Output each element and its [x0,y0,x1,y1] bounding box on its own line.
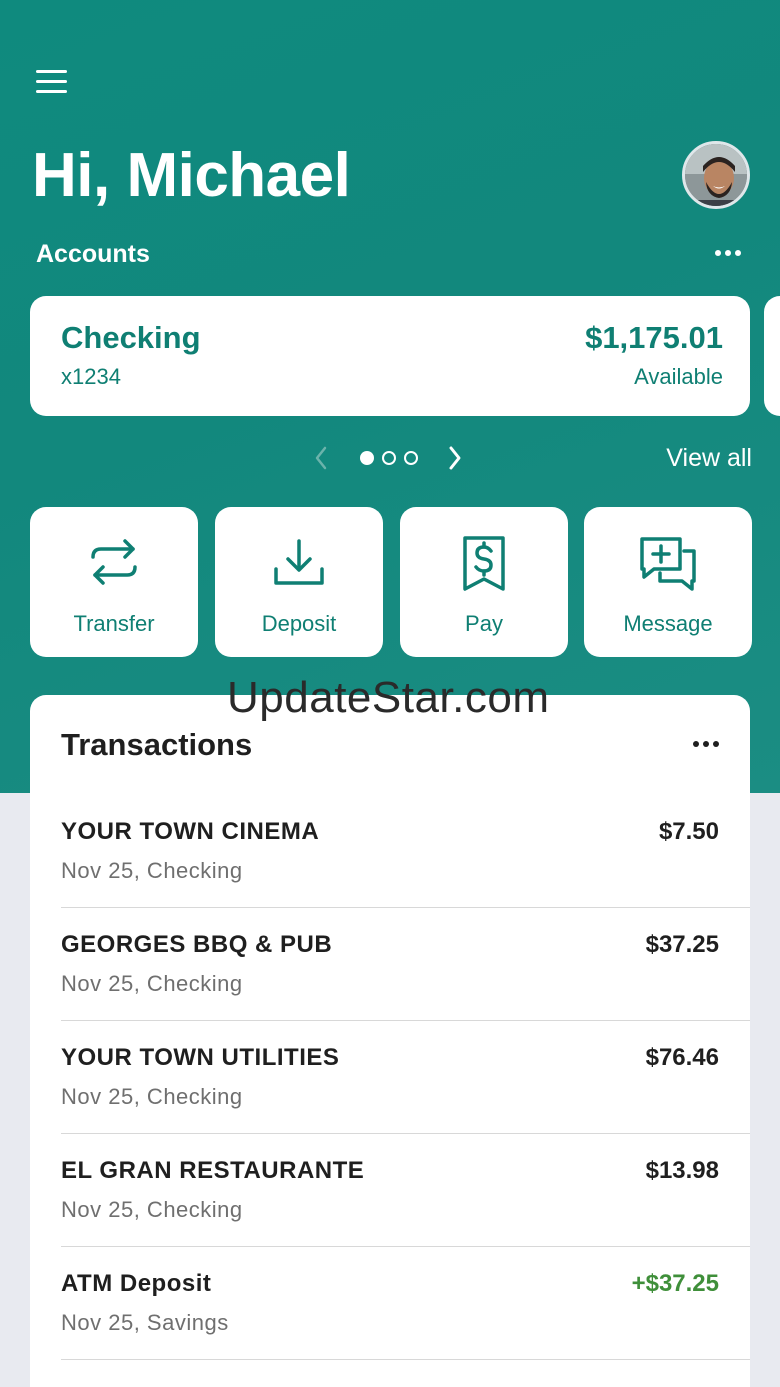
transaction-merchant: GEORGES BBQ & PUB [61,931,333,958]
transaction-meta: Nov 25, Checking [61,971,243,996]
deposit-label: Deposit [261,611,337,636]
transaction-meta: Nov 25, Checking [61,1084,243,1109]
account-name: Checking [61,320,201,355]
transaction-merchant: EL GRAN RESTAURANTE [61,1157,365,1184]
pager-dot[interactable] [382,451,396,465]
receipt-dollar-icon [463,536,505,591]
more-horizontal-icon[interactable] [693,741,719,747]
transfer-button[interactable]: Transfer [30,507,198,657]
message-button[interactable]: Message [584,507,752,657]
transaction-merchant: ATM Deposit [61,1270,212,1297]
more-horizontal-icon[interactable] [715,250,741,256]
transaction-meta: Nov 25, Savings [61,1310,229,1335]
message-label: Message [623,611,713,636]
view-all-link[interactable]: View all [666,444,752,473]
watermark-text: UpdateStar.com [227,673,550,722]
pay-label: Pay [465,611,503,636]
accounts-label: Accounts [36,240,150,268]
transaction-row[interactable]: GEORGES BBQ & PUB Nov 25, Checking $37.2… [61,908,750,1021]
chevron-right-icon[interactable] [446,444,464,472]
transaction-meta: Nov 25, Checking [61,858,243,883]
transactions-title: Transactions [61,727,253,762]
transaction-row[interactable]: YOUR TOWN CINEMA Nov 25, Checking $7.50 [61,795,750,908]
transfer-label: Transfer [73,611,155,636]
account-balance: $1,175.01 [585,320,723,355]
chat-plus-icon [640,537,696,591]
transaction-amount: $76.46 [645,1044,719,1071]
hamburger-menu-icon[interactable] [36,70,70,98]
pager-dot[interactable] [404,451,418,465]
transaction-amount: $13.98 [645,1157,719,1184]
account-card-checking[interactable]: Checking x1234 $1,175.01 Available [30,296,750,416]
pager-dot-active[interactable] [360,451,374,465]
transaction-merchant: YOUR TOWN UTILITIES [61,1044,340,1071]
transaction-amount: $37.25 [645,931,719,958]
transaction-row[interactable]: YOUR TOWN UTILITIES Nov 25, Checking $76… [61,1021,750,1134]
next-account-card-peek[interactable] [764,296,780,416]
deposit-button[interactable]: Deposit [215,507,383,657]
greeting-title: Hi, Michael [32,141,351,210]
transaction-merchant: YOUR TOWN CINEMA [61,818,320,845]
transaction-amount: $7.50 [658,818,719,845]
pay-button[interactable]: Pay [400,507,568,657]
account-balance-label: Available [634,364,723,389]
download-tray-icon [274,539,324,585]
transaction-row[interactable]: EL GRAN RESTAURANTE Nov 25, Checking $13… [61,1134,750,1247]
transaction-meta: Nov 25, Checking [61,1197,243,1222]
account-number: x1234 [61,364,121,389]
row-divider [61,1359,750,1360]
transactions-card: Transactions YOUR TOWN CINEMA Nov 25, Ch… [30,695,750,1387]
transaction-amount: +$37.25 [631,1270,719,1297]
avatar[interactable] [682,141,750,209]
transaction-row[interactable]: ATM Deposit Nov 25, Savings +$37.25 [61,1247,750,1360]
chevron-left-icon[interactable] [312,444,330,472]
transfer-arrows-icon [91,539,137,585]
account-pager [300,440,480,476]
